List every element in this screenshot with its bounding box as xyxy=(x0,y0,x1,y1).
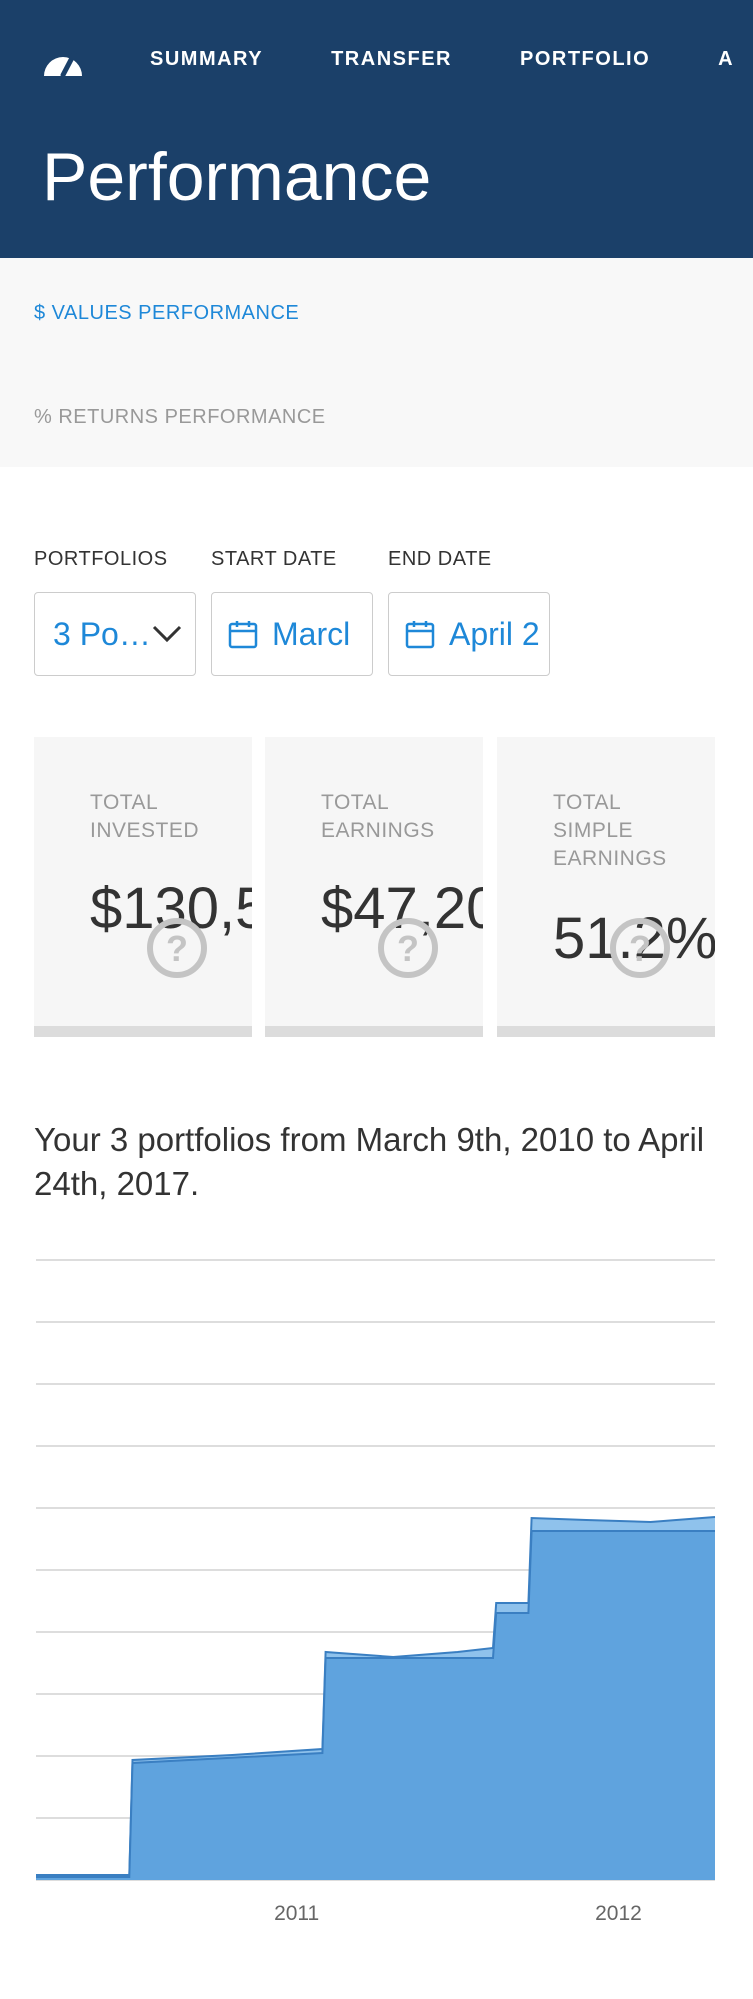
start-date-filter: START DATE xyxy=(211,548,337,571)
portfolios-label: PORTFOLIOS xyxy=(34,548,168,570)
card-label: TOTAL INVESTED xyxy=(90,791,200,842)
performance-area-chart: 2011 2012 xyxy=(36,1259,716,1925)
end-date-filter: END DATE xyxy=(388,548,492,571)
card-label: TOTAL SIMPLE EARNINGS xyxy=(553,791,667,870)
calendar-icon xyxy=(405,621,435,649)
filter-bar: PORTFOLIOS 3 Po… START DATE Marcl END DA… xyxy=(34,548,734,678)
start-date-input[interactable]: Marcl xyxy=(211,592,373,676)
performance-subnav: $ VALUES PERFORMANCE % RETURNS PERFORMAN… xyxy=(0,258,753,467)
x-tick-label: 2011 xyxy=(274,1902,319,1925)
end-date-label: END DATE xyxy=(388,548,492,570)
nav-portfolio[interactable]: PORTFOLIO xyxy=(520,48,650,71)
card-bottom-bar xyxy=(34,1026,252,1037)
returns-performance-link[interactable]: % RETURNS PERFORMANCE xyxy=(34,406,326,429)
total-invested-card: TOTAL INVESTED $130,5 ? xyxy=(34,737,252,1037)
portfolios-filter: PORTFOLIOS xyxy=(34,548,168,571)
card-bottom-bar xyxy=(265,1026,483,1037)
help-icon[interactable]: ? xyxy=(609,917,671,979)
stat-cards: TOTAL INVESTED $130,5 ? TOTAL EARNINGS $47… xyxy=(34,737,715,1037)
portfolios-select[interactable]: 3 Po… xyxy=(34,592,196,676)
help-icon[interactable]: ? xyxy=(377,917,439,979)
chart-caption: Your 3 portfolios from March 9th, 2010 t… xyxy=(34,1121,705,1202)
values-performance-link[interactable]: $ VALUES PERFORMANCE xyxy=(34,302,299,325)
svg-text:?: ? xyxy=(166,928,188,969)
start-date-value: Marcl xyxy=(272,615,351,652)
x-tick-label: 2012 xyxy=(595,1902,642,1925)
end-date-input[interactable]: April 2 xyxy=(388,592,550,676)
nav-transfer[interactable]: TRANSFER xyxy=(331,48,452,71)
page-title: Performance xyxy=(42,139,432,215)
app-header: SUMMARY TRANSFER PORTFOLIO A Performance xyxy=(0,0,753,258)
chevron-down-icon xyxy=(152,625,182,643)
help-icon[interactable]: ? xyxy=(146,917,208,979)
end-date-value: April 2 xyxy=(449,615,540,652)
top-nav: SUMMARY TRANSFER PORTFOLIO A xyxy=(150,48,753,71)
portfolios-select-value: 3 Po… xyxy=(53,615,149,652)
card-bottom-bar xyxy=(497,1026,715,1037)
svg-text:?: ? xyxy=(397,928,419,969)
invested-area xyxy=(36,1531,715,1880)
nav-summary[interactable]: SUMMARY xyxy=(150,48,263,71)
start-date-label: START DATE xyxy=(211,548,337,570)
total-earnings-card: TOTAL EARNINGS $47,20 ? xyxy=(265,737,483,1037)
nav-truncated-item[interactable]: A xyxy=(718,48,734,71)
card-label: TOTAL EARNINGS xyxy=(321,791,435,842)
calendar-icon xyxy=(228,621,258,649)
total-simple-earnings-card: TOTAL SIMPLE EARNINGS 51.2% ? xyxy=(497,737,715,1037)
speedometer-logo-icon[interactable] xyxy=(40,44,86,80)
svg-text:?: ? xyxy=(629,928,651,969)
